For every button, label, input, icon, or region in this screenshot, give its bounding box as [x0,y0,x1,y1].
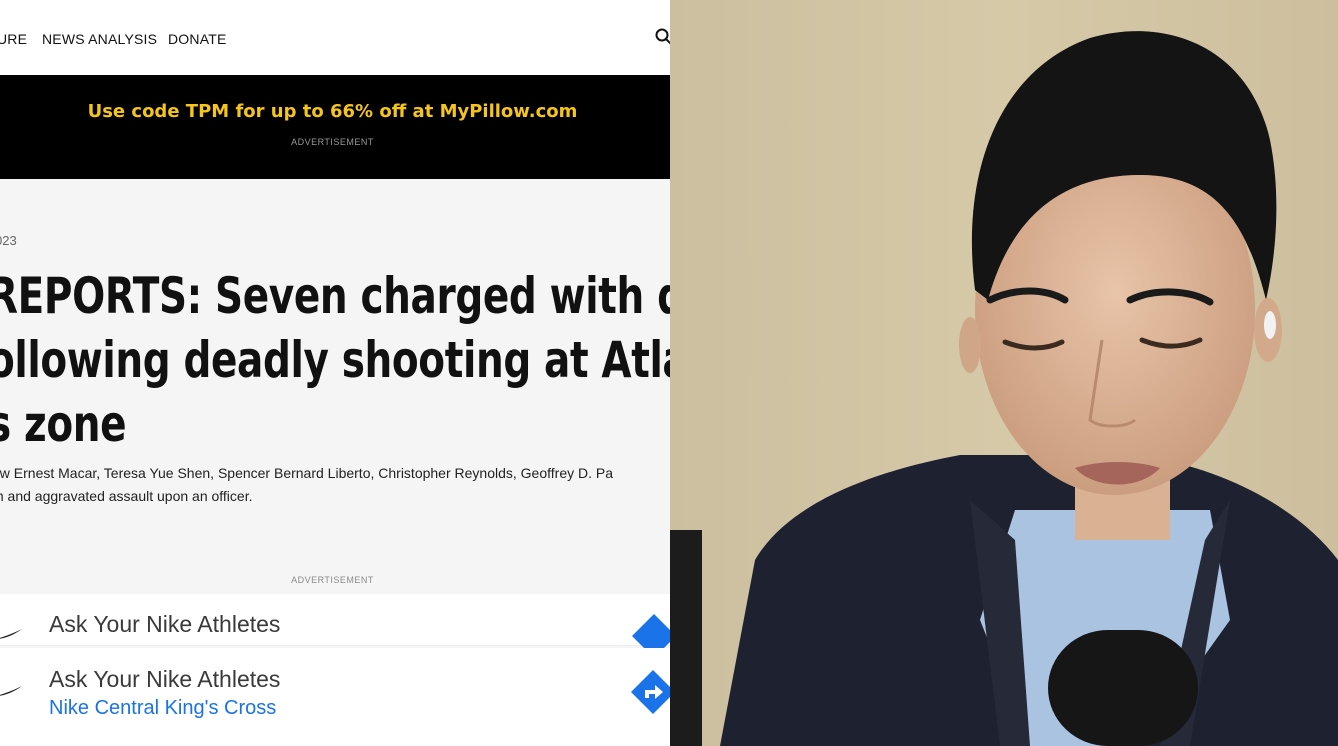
ad-title[interactable]: Ask Your Nike Athletes [49,611,280,638]
ad-title[interactable]: Ask Your Nike Athletes [49,666,280,693]
headline-line: ollowing deadly shooting at Atlant [0,331,670,389]
nike-ad-row[interactable]: Ask Your Nike Athletes [0,594,670,658]
promo-text[interactable]: Use code TPM for up to 66% off at MyPill… [0,101,665,122]
summary-line: ew Ernest Macar, Teresa Yue Shen, Spence… [0,465,614,481]
summary-line: m and aggravated assault upon an officer… [0,488,253,504]
top-nav: URE NEWS ANALYSIS DONATE [0,0,670,75]
article-summary: ew Ernest Macar, Teresa Yue Shen, Spence… [0,462,613,508]
nike-swoosh-icon [0,629,22,639]
search-icon[interactable] [655,28,670,46]
webcam-presenter-image [670,0,1338,746]
headline-line: REPORTS: Seven charged with dom [0,267,670,325]
advertisement-label: ADVERTISEMENT [291,137,374,147]
nav-item-donate[interactable]: DONATE [168,31,227,47]
nav-item-news-analysis[interactable]: NEWS ANALYSIS [42,31,157,47]
nike-ad-row[interactable]: Ask Your Nike Athletes Nike Central King… [0,648,670,746]
promo-banner[interactable]: Use code TPM for up to 66% off at MyPill… [0,75,670,179]
article-date: 023 [0,233,17,248]
directions-icon[interactable] [631,670,670,714]
nike-swoosh-icon [0,686,22,696]
nav-item-culture[interactable]: URE [0,31,27,47]
headline-line: s zone [0,395,127,453]
browser-page: URE NEWS ANALYSIS DONATE Use code TPM fo… [0,0,670,746]
webcam-video [670,0,1338,746]
ad-location-link[interactable]: Nike Central King's Cross [49,697,276,720]
article-headline: REPORTS: Seven charged with dom ollowing… [0,264,670,456]
advertisement-label: ADVERTISEMENT [291,575,374,585]
